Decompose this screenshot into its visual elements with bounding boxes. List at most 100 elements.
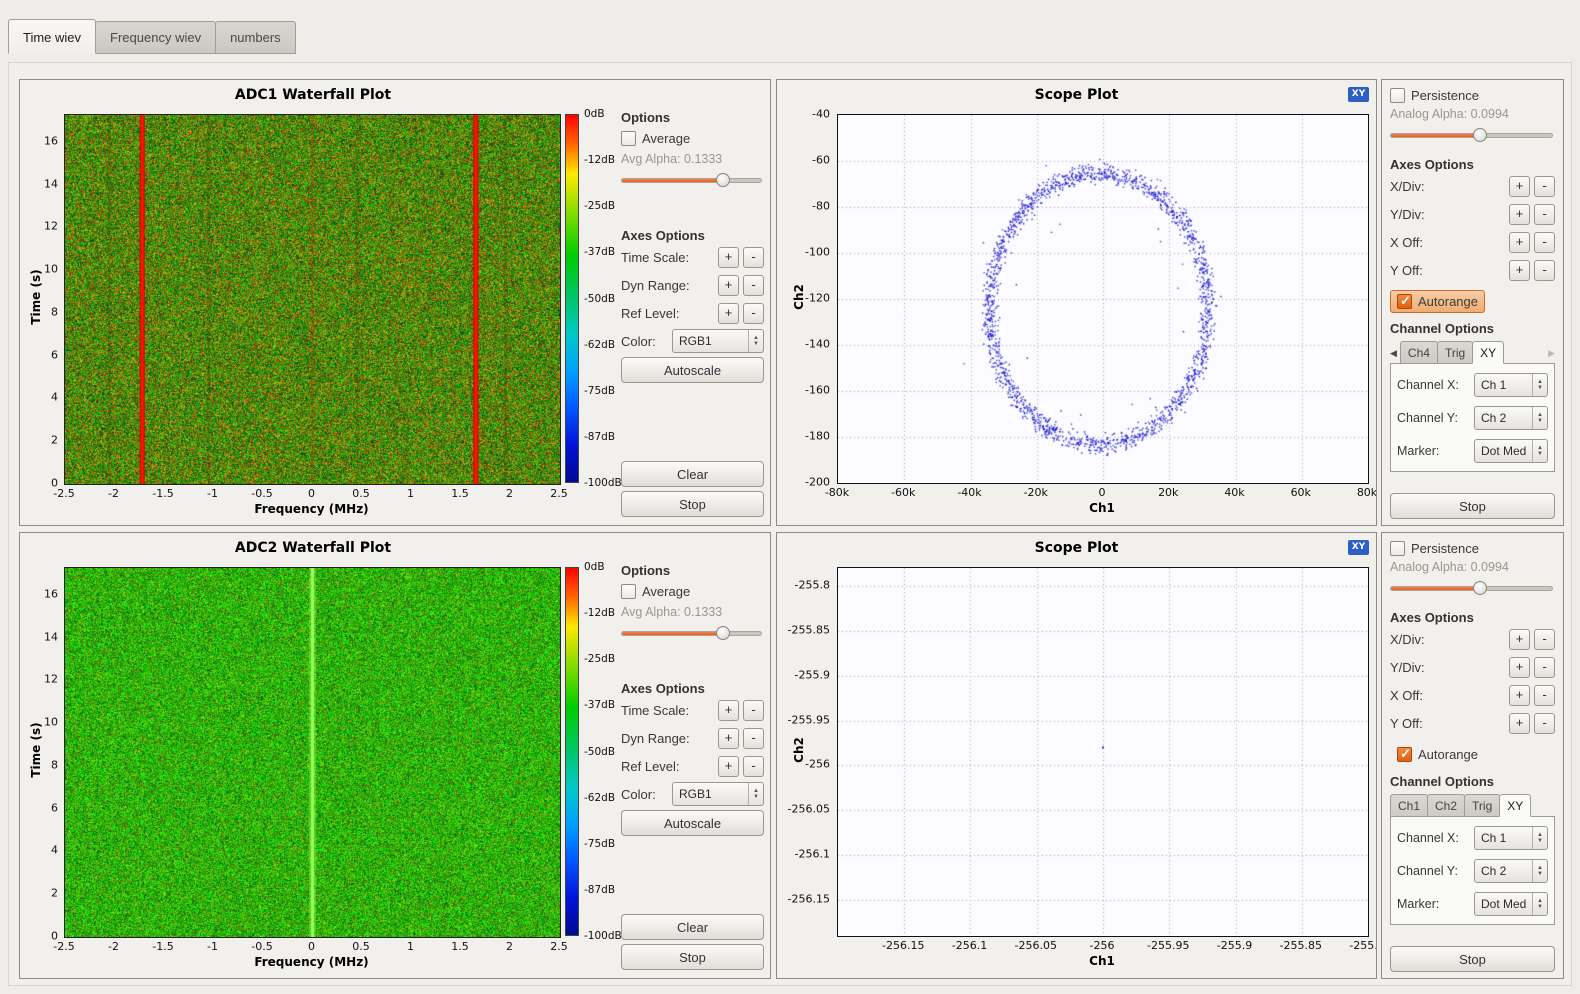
spinner-arrows-icon[interactable]: ▲▼ — [1532, 860, 1547, 882]
y-div-minus-button[interactable]: - — [1534, 204, 1555, 225]
time-scale-plus-button[interactable]: + — [718, 247, 739, 268]
autorange-checkbox[interactable] — [1397, 294, 1412, 309]
x-tick-label: 0.5 — [352, 940, 370, 953]
channel-tab-ch1[interactable]: Ch1 — [1390, 794, 1428, 817]
y-div-plus-button[interactable]: + — [1509, 657, 1530, 678]
persistence-checkbox[interactable] — [1390, 88, 1405, 103]
x-div-minus-button[interactable]: - — [1534, 176, 1555, 197]
autorange-toggle[interactable]: Autorange — [1390, 743, 1485, 766]
y-tick-label: -40 — [812, 108, 830, 121]
xy-mode-badge[interactable]: XY — [1348, 87, 1369, 102]
dyn-range-row: Dyn Range:+- — [621, 271, 764, 299]
y-div-minus-button[interactable]: - — [1534, 657, 1555, 678]
persistence-checkbox[interactable] — [1390, 541, 1405, 556]
waterfall-stop-button[interactable]: Stop — [621, 944, 764, 970]
waterfall2-spectrogram[interactable] — [64, 567, 561, 938]
spinner-arrows-icon[interactable]: ▲▼ — [1532, 440, 1547, 462]
marker-spinbox[interactable]: Dot Med ▲▼ — [1474, 439, 1548, 463]
tab-frequency-view[interactable]: Frequency wiev — [95, 21, 216, 54]
ref-level-plus-button[interactable]: + — [718, 756, 739, 777]
analog-alpha-slider[interactable] — [1390, 127, 1553, 143]
ref-level-minus-button[interactable]: - — [743, 756, 764, 777]
y-off-plus-button[interactable]: + — [1509, 260, 1530, 281]
color-combo[interactable]: RGB1 ▲▼ — [672, 782, 764, 806]
marker-spinbox[interactable]: Dot Med ▲▼ — [1474, 892, 1548, 916]
channel-y-spinbox[interactable]: Ch 2 ▲▼ — [1474, 859, 1548, 883]
ref-level-plus-button[interactable]: + — [718, 303, 739, 324]
slider-handle[interactable] — [1473, 581, 1487, 595]
x-div-plus-button[interactable]: + — [1509, 629, 1530, 650]
x-off-minus-button[interactable]: - — [1534, 232, 1555, 253]
dyn-range-minus-button[interactable]: - — [743, 728, 764, 749]
scope-stop-button[interactable]: Stop — [1390, 493, 1555, 519]
average-checkbox[interactable] — [621, 131, 636, 146]
channel-tab-xy[interactable]: XY — [1499, 794, 1531, 817]
y-tick-labels: -255.8-255.85-255.9-255.95-256-256.05-25… — [777, 567, 833, 935]
x-div-minus-button[interactable]: - — [1534, 629, 1555, 650]
color-combo[interactable]: RGB1 ▲▼ — [672, 329, 764, 353]
tab-numbers[interactable]: numbers — [215, 21, 296, 54]
average-row[interactable]: Average — [621, 131, 764, 146]
channel-x-spinbox[interactable]: Ch 1 ▲▼ — [1474, 826, 1548, 850]
channel-y-row: Channel Y: Ch 2 ▲▼ — [1397, 858, 1548, 883]
channel-tab-trig[interactable]: Trig — [1464, 794, 1500, 817]
clear-button[interactable]: Clear — [621, 461, 764, 487]
avg-alpha-slider[interactable] — [621, 172, 762, 188]
x-off-plus-button[interactable]: + — [1509, 232, 1530, 253]
average-checkbox[interactable] — [621, 584, 636, 599]
spinner-arrows-icon[interactable]: ▲▼ — [1532, 827, 1547, 849]
scope1-plot[interactable] — [837, 114, 1369, 484]
analog-alpha-slider[interactable] — [1390, 580, 1553, 596]
autoscale-button[interactable]: Autoscale — [621, 810, 764, 836]
slider-handle[interactable] — [716, 626, 730, 640]
dyn-range-minus-button[interactable]: - — [743, 275, 764, 296]
x-off-plus-button[interactable]: + — [1509, 685, 1530, 706]
y-off-minus-button[interactable]: - — [1534, 260, 1555, 281]
x-off-minus-button[interactable]: - — [1534, 685, 1555, 706]
y-div-plus-button[interactable]: + — [1509, 204, 1530, 225]
tab-scroll-right-icon[interactable]: ▶ — [1545, 348, 1555, 364]
channel-x-spinbox[interactable]: Ch 1 ▲▼ — [1474, 373, 1548, 397]
slider-handle[interactable] — [1473, 128, 1487, 142]
ref-level-minus-button[interactable]: - — [743, 303, 764, 324]
spinner-arrows-icon[interactable]: ▲▼ — [748, 783, 763, 805]
tab-scroll-left-icon[interactable]: ◀ — [1390, 348, 1400, 364]
autoscale-button[interactable]: Autoscale — [621, 357, 764, 383]
avg-alpha-slider[interactable] — [621, 625, 762, 641]
y-tick-labels: 1614121086420 — [20, 114, 61, 483]
spinner-arrows-icon[interactable]: ▲▼ — [748, 330, 763, 352]
persistence-row[interactable]: Persistence — [1390, 541, 1555, 556]
channel-tab-xy[interactable]: XY — [1472, 341, 1504, 364]
time-scale-plus-button[interactable]: + — [718, 700, 739, 721]
waterfall1-spectrogram[interactable] — [64, 114, 561, 485]
spinner-arrows-icon[interactable]: ▲▼ — [1532, 374, 1547, 396]
time-scale-minus-button[interactable]: - — [743, 700, 764, 721]
x-div-plus-button[interactable]: + — [1509, 176, 1530, 197]
scope-stop-button[interactable]: Stop — [1390, 946, 1555, 972]
channel-tab-ch2[interactable]: Ch2 — [1427, 794, 1465, 817]
waterfall-stop-button[interactable]: Stop — [621, 491, 764, 517]
x-tick-label: 1.5 — [451, 940, 469, 953]
dyn-range-plus-button[interactable]: + — [718, 275, 739, 296]
y-off-minus-button[interactable]: - — [1534, 713, 1555, 734]
tab-time-view[interactable]: Time wiev — [8, 19, 96, 54]
xy-mode-badge[interactable]: XY — [1348, 540, 1369, 555]
channel-y-spinbox[interactable]: Ch 2 ▲▼ — [1474, 406, 1548, 430]
spinner-arrows-icon[interactable]: ▲▼ — [1532, 893, 1547, 915]
slider-handle[interactable] — [716, 173, 730, 187]
channel-tab-content: Channel X: Ch 1 ▲▼ Channel Y: Ch 2 ▲▼ Ma… — [1390, 363, 1555, 472]
channel-tab-trig[interactable]: Trig — [1437, 341, 1473, 364]
clear-button[interactable]: Clear — [621, 914, 764, 940]
autorange-checkbox[interactable] — [1397, 747, 1412, 762]
dyn-range-plus-button[interactable]: + — [718, 728, 739, 749]
channel-tab-ch4[interactable]: Ch4 — [1400, 341, 1438, 364]
slider-track — [1390, 586, 1553, 591]
spinner-arrows-icon[interactable]: ▲▼ — [1532, 407, 1547, 429]
scope2-plot[interactable] — [837, 567, 1369, 937]
average-row[interactable]: Average — [621, 584, 764, 599]
channel-x-label: Channel X: — [1397, 831, 1459, 845]
autorange-toggle[interactable]: Autorange — [1390, 290, 1485, 313]
time-scale-minus-button[interactable]: - — [743, 247, 764, 268]
persistence-row[interactable]: Persistence — [1390, 88, 1555, 103]
y-off-plus-button[interactable]: + — [1509, 713, 1530, 734]
